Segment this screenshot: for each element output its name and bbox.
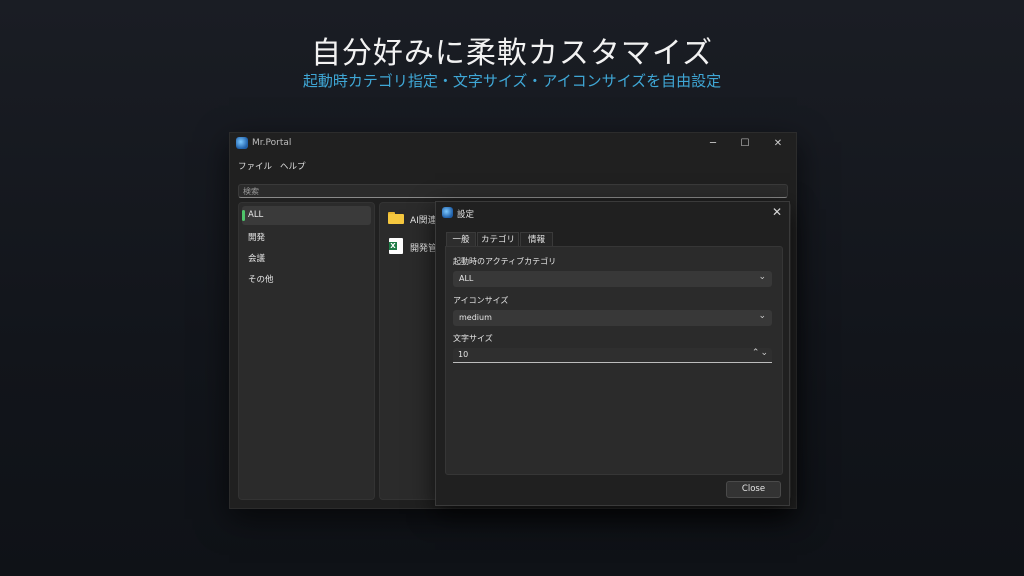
search-input[interactable]: 検索 [238,184,788,198]
app-icon [236,137,248,149]
font-size-stepper[interactable]: 10 ⌃⌄ [453,348,772,363]
sidebar-item-label: 開発 [248,233,266,243]
general-panel: 起動時のアクティブカテゴリ ALL ⌄ アイコンサイズ medium ⌄ 文字サ… [445,246,783,475]
menu-bar: ファイル ヘルプ [230,155,796,175]
category-sidebar: ALL 開発 会議 その他 [238,202,375,500]
icon-size-label: アイコンサイズ [453,296,509,305]
menu-file[interactable]: ファイル [238,160,272,172]
sidebar-item-dev[interactable]: 開発 [242,227,371,246]
window-title: Mr.Portal [252,138,292,148]
promo-headline: 自分好みに柔軟カスタマイズ [310,36,714,71]
sidebar-item-label: その他 [248,275,274,285]
tab-general[interactable]: 一般 [446,232,476,247]
sidebar-item-meeting[interactable]: 会議 [242,248,371,267]
settings-dialog: 設定 ✕ 一般 カテゴリ 情報 起動時のアクティブカテゴリ ALL ⌄ アイコン… [435,201,790,506]
font-size-label: 文字サイズ [453,334,493,343]
stepper-arrows-icon[interactable]: ⌃⌄ [752,348,769,358]
chevron-down-icon: ⌄ [758,311,766,321]
select-value: medium [459,313,492,322]
close-icon[interactable]: ✕ [772,205,782,219]
close-button[interactable]: Close [726,481,781,498]
item-label: 開発管 [410,244,438,254]
startup-category-label: 起動時のアクティブカテゴリ [453,257,557,266]
sidebar-item-label: ALL [248,210,264,220]
minimize-button[interactable]: ─ [700,136,726,152]
excel-icon: X [389,238,403,254]
stepper-value: 10 [458,350,469,359]
app-icon [442,207,453,218]
select-value: ALL [459,274,474,283]
sidebar-item-other[interactable]: その他 [242,269,371,288]
maximize-button[interactable]: ☐ [732,136,758,152]
tab-info[interactable]: 情報 [520,232,553,247]
chevron-down-icon: ⌄ [758,272,766,282]
sidebar-item-all[interactable]: ALL [242,206,371,225]
dialog-title: 設定 [457,210,475,220]
search-placeholder: 検索 [243,187,259,196]
title-bar[interactable]: Mr.Portal ─ ☐ ✕ [230,133,796,155]
item-label: AI関連 [410,216,437,226]
folder-icon [388,212,404,224]
icon-size-select[interactable]: medium ⌄ [453,310,772,326]
active-indicator [242,210,245,221]
tab-category[interactable]: カテゴリ [477,232,519,247]
startup-category-select[interactable]: ALL ⌄ [453,271,772,287]
sidebar-item-label: 会議 [248,254,266,264]
close-window-button[interactable]: ✕ [765,136,791,152]
menu-help[interactable]: ヘルプ [280,160,306,172]
promo-subhead: 起動時カテゴリ指定・文字サイズ・アイコンサイズを自由設定 [302,72,722,90]
